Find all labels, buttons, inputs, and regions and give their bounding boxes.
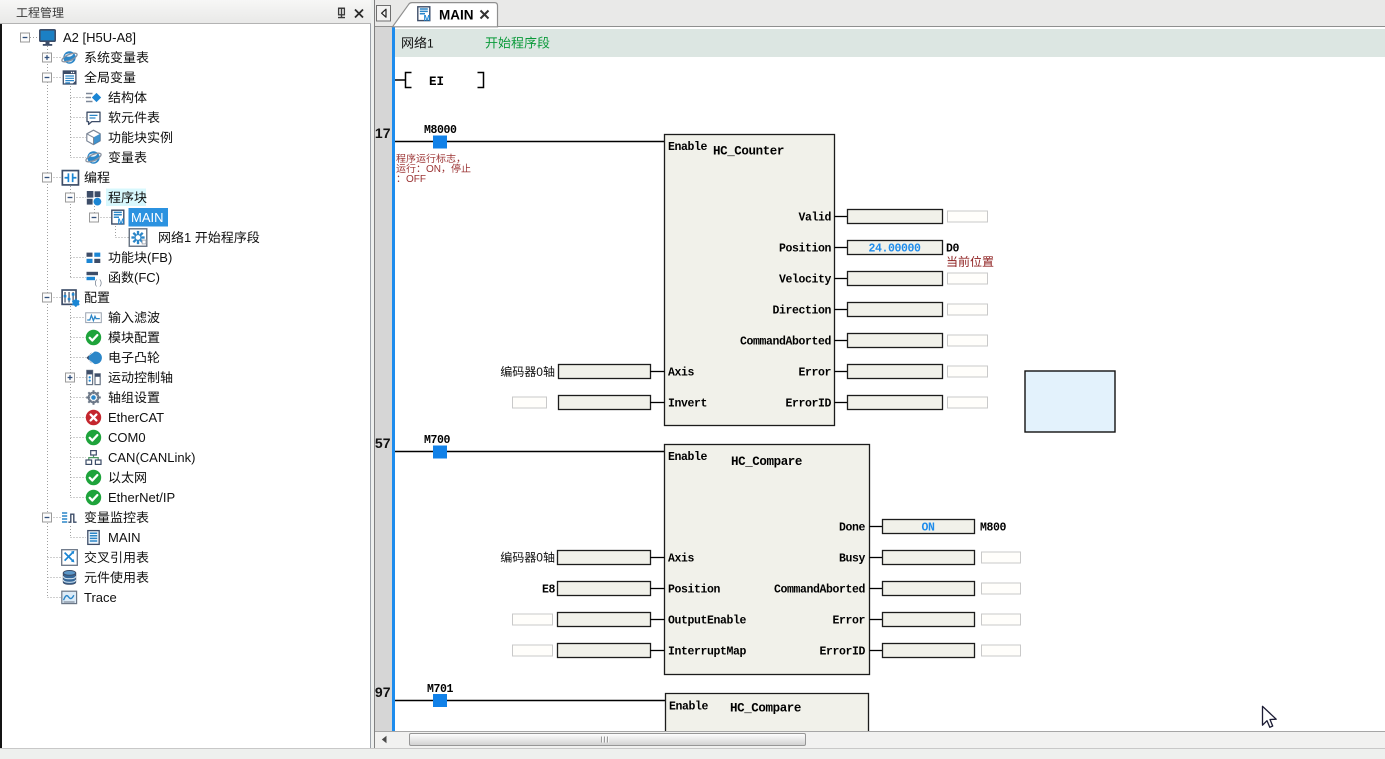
svg-text:(): () xyxy=(94,280,103,288)
svg-text:EtherNet/IP: EtherNet/IP xyxy=(108,490,175,505)
svg-text:EI: EI xyxy=(429,75,444,89)
svg-text:ErrorID: ErrorID xyxy=(820,646,866,659)
svg-text:D0: D0 xyxy=(946,243,960,256)
svg-text:A2 [H5U-A8]: A2 [H5U-A8] xyxy=(63,30,136,45)
svg-text:(FC): (FC) xyxy=(134,270,160,285)
svg-text:MAIN: MAIN xyxy=(439,8,474,23)
svg-text:M8000: M8000 xyxy=(424,124,457,137)
svg-text:1: 1 xyxy=(184,230,195,245)
svg-text:24.00000: 24.00000 xyxy=(869,243,922,256)
svg-text:COM0: COM0 xyxy=(108,430,146,445)
svg-text:Position: Position xyxy=(668,584,721,597)
svg-text:Trace: Trace xyxy=(84,590,117,605)
svg-text:InterruptMap: InterruptMap xyxy=(668,646,747,659)
svg-text:Enable: Enable xyxy=(669,701,709,714)
svg-text:(FB): (FB) xyxy=(147,250,172,265)
svg-text:EtherCAT: EtherCAT xyxy=(108,410,164,425)
svg-text:Axis: Axis xyxy=(668,367,695,380)
svg-text:Velocity: Velocity xyxy=(779,274,832,287)
svg-text:CommandAborted: CommandAborted xyxy=(774,584,866,597)
svg-text:Error: Error xyxy=(799,367,832,380)
svg-text:CommandAborted: CommandAborted xyxy=(740,336,832,349)
svg-text:CAN(CANLink): CAN(CANLink) xyxy=(108,450,195,465)
svg-text:E8: E8 xyxy=(542,584,556,597)
svg-text:M: M xyxy=(424,14,431,23)
svg-text:Busy: Busy xyxy=(839,553,866,566)
svg-text:Enable: Enable xyxy=(668,141,708,154)
svg-text:ON: ON xyxy=(922,522,936,535)
svg-text:Valid: Valid xyxy=(799,212,832,225)
svg-text:MAIN: MAIN xyxy=(108,530,141,545)
svg-text:Enable: Enable xyxy=(668,451,708,464)
svg-text:M700: M700 xyxy=(424,434,451,447)
svg-text:Axis: Axis xyxy=(668,553,695,566)
svg-text:0: 0 xyxy=(536,551,543,565)
svg-text:1: 1 xyxy=(427,37,434,51)
svg-text:Done: Done xyxy=(839,522,866,535)
svg-text:Direction: Direction xyxy=(773,305,832,318)
svg-text:HC_Compare: HC_Compare xyxy=(730,702,801,716)
svg-text:0: 0 xyxy=(536,365,543,379)
svg-text:OutputEnable: OutputEnable xyxy=(668,615,747,628)
svg-text:ON: ON xyxy=(426,164,441,175)
svg-text:M: M xyxy=(118,217,125,226)
svg-text:HC_Compare: HC_Compare xyxy=(731,455,802,469)
svg-text:ErrorID: ErrorID xyxy=(786,398,832,411)
svg-text:OFF: OFF xyxy=(406,174,426,185)
svg-text:17: 17 xyxy=(375,125,391,141)
svg-text:HC_Counter: HC_Counter xyxy=(713,145,784,159)
svg-text:57: 57 xyxy=(375,435,391,451)
svg-text:Invert: Invert xyxy=(668,398,707,411)
svg-text:Position: Position xyxy=(779,243,832,256)
svg-text:97: 97 xyxy=(375,684,391,700)
svg-text:MAIN: MAIN xyxy=(131,210,164,225)
svg-text:M800: M800 xyxy=(980,522,1007,535)
svg-text:Error: Error xyxy=(833,615,866,628)
